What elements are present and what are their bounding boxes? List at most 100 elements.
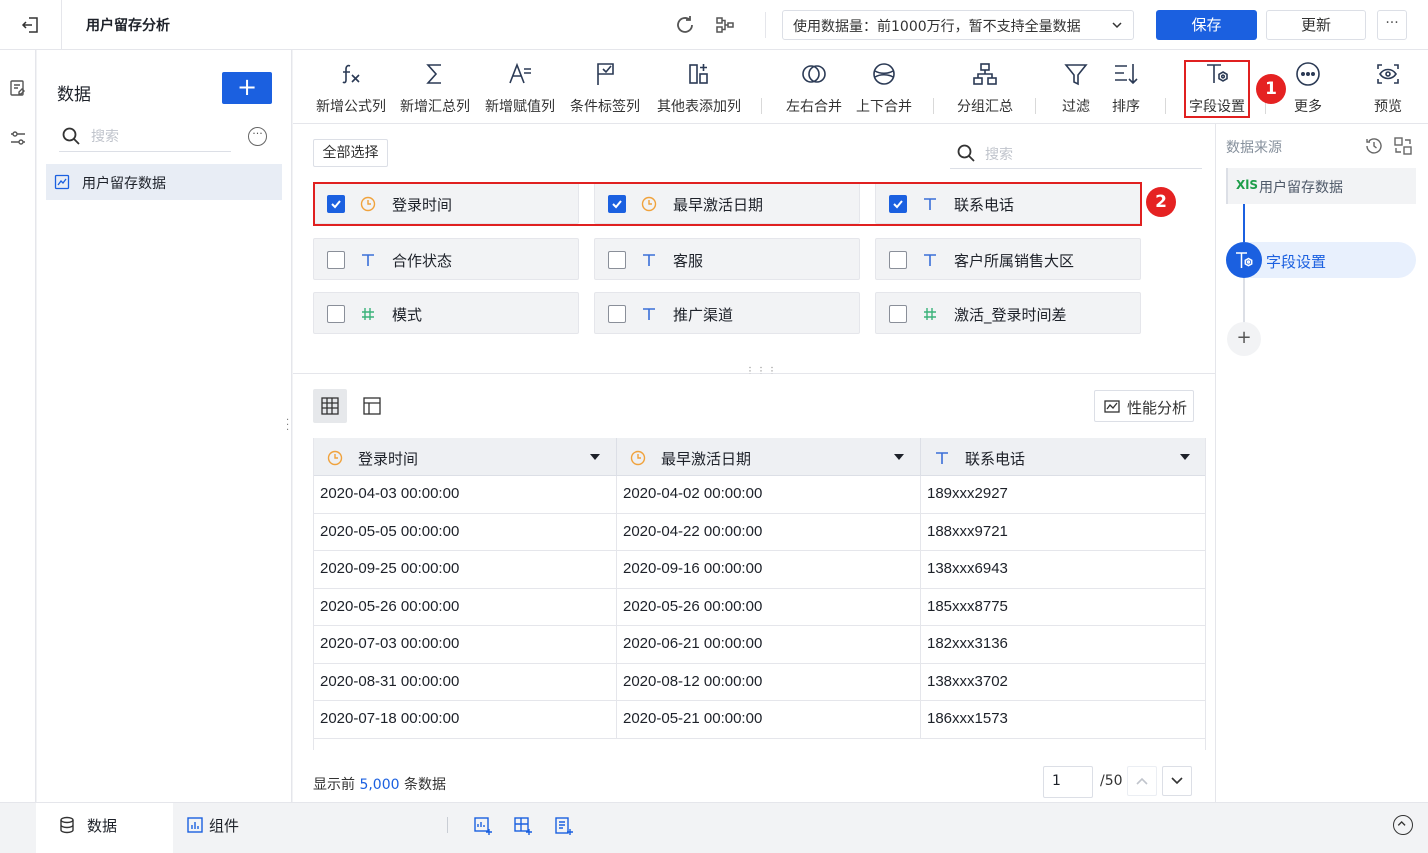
grid-view-button[interactable] bbox=[313, 389, 347, 423]
merge-horizontal-button[interactable]: 左右合并 bbox=[781, 58, 847, 120]
more-icon bbox=[1296, 62, 1320, 86]
chevron-up-icon bbox=[1136, 777, 1148, 785]
footer-prefix: 显示前 bbox=[313, 777, 355, 793]
field-checkbox[interactable] bbox=[889, 305, 907, 323]
add-step-button[interactable]: + bbox=[1227, 322, 1261, 356]
prev-page-button[interactable] bbox=[1127, 766, 1157, 796]
add-report-icon[interactable] bbox=[553, 815, 575, 837]
filter-button[interactable]: 过滤 bbox=[1051, 58, 1101, 120]
table-cell: 2020-05-26 00:00:00 bbox=[617, 588, 921, 626]
highlight-box bbox=[313, 182, 1142, 226]
dataset-icon[interactable] bbox=[8, 78, 28, 98]
add-column-from-table-button[interactable]: 其他表添加列 bbox=[653, 58, 745, 120]
field-chip-label: 合作状态 bbox=[392, 252, 453, 270]
add-summary-column-button[interactable]: 新增汇总列 bbox=[397, 58, 473, 120]
table-cell: 2020-04-22 00:00:00 bbox=[617, 513, 921, 551]
field-search-input[interactable]: 搜索 bbox=[950, 139, 1202, 169]
tab-component[interactable]: 组件 bbox=[173, 803, 440, 853]
merge-vertical-button[interactable]: 上下合并 bbox=[851, 58, 917, 120]
column-header[interactable]: 最早激活日期 bbox=[617, 438, 921, 476]
layout-view-button[interactable] bbox=[355, 389, 389, 423]
data-list-item-label: 用户留存数据 bbox=[82, 176, 166, 192]
performance-analysis-button[interactable]: 性能分析 bbox=[1094, 390, 1194, 422]
data-volume-select[interactable]: 使用数据量：前1000万行，暂不支持全量数据 bbox=[782, 10, 1134, 40]
table-cell: 2020-08-12 00:00:00 bbox=[617, 663, 921, 701]
page-total: /50 bbox=[1100, 773, 1123, 789]
column-header[interactable]: 登录时间 bbox=[314, 438, 617, 476]
save-button[interactable]: 保存 bbox=[1156, 10, 1257, 40]
field-chip[interactable]: 客服 bbox=[594, 238, 860, 280]
table-row: 2020-05-05 00:00:00 2020-04-22 00:00:00 18… bbox=[314, 513, 1205, 551]
field-chip[interactable]: 推广渠道 bbox=[594, 292, 860, 334]
table-cell: 2020-07-18 00:00:00 bbox=[314, 701, 617, 738]
chevron-down-icon bbox=[1112, 22, 1122, 29]
hash-icon bbox=[921, 305, 939, 323]
field-settings-icon bbox=[1236, 252, 1253, 268]
table-row: 2020-07-03 00:00:00 2020-06-21 00:00:00 18… bbox=[314, 626, 1205, 664]
data-options-icon[interactable]: ··· bbox=[248, 127, 267, 146]
tab-data[interactable]: 数据 bbox=[36, 803, 173, 853]
table-cell: 185xxx8775 bbox=[921, 589, 1205, 626]
more-menu-button[interactable]: ··· bbox=[1377, 10, 1407, 40]
text-type-icon bbox=[921, 251, 939, 269]
swap-icon[interactable] bbox=[1393, 136, 1413, 156]
field-chip[interactable]: 客户所属销售大区 bbox=[875, 238, 1141, 280]
add-assign-column-button[interactable]: 新增赋值列 bbox=[482, 58, 558, 120]
dropdown-caret-icon[interactable] bbox=[894, 454, 904, 460]
page-number-input[interactable]: 1 bbox=[1043, 766, 1093, 798]
exit-icon[interactable] bbox=[20, 14, 42, 36]
assign-icon bbox=[509, 62, 531, 84]
step-field-settings[interactable]: 字段设置 bbox=[1226, 242, 1416, 278]
text-type-icon bbox=[640, 305, 658, 323]
clock-icon bbox=[629, 449, 647, 467]
table-row: 2020-04-03 00:00:00 2020-04-02 00:00:00 18… bbox=[314, 476, 1205, 514]
field-checkbox[interactable] bbox=[608, 305, 626, 323]
data-search-input[interactable]: 搜索 bbox=[59, 122, 231, 152]
next-page-button[interactable] bbox=[1162, 766, 1192, 796]
field-chip[interactable]: 合作状态 bbox=[313, 238, 579, 280]
table-cell: 2020-09-25 00:00:00 bbox=[314, 551, 617, 588]
add-component-icon[interactable] bbox=[512, 815, 534, 837]
search-placeholder: 搜索 bbox=[91, 129, 119, 145]
field-checkbox[interactable] bbox=[327, 251, 345, 269]
collapse-up-icon[interactable] bbox=[1393, 815, 1413, 835]
add-condition-tag-button[interactable]: 条件标签列 bbox=[567, 58, 643, 120]
step-badge: 1 bbox=[1256, 74, 1286, 104]
field-chip[interactable]: 模式 bbox=[313, 292, 579, 334]
column-header[interactable]: 联系电话 bbox=[921, 438, 1205, 476]
add-formula-column-button[interactable]: 新增公式列 bbox=[313, 58, 389, 120]
table-cell: 2020-05-05 00:00:00 bbox=[314, 513, 617, 551]
data-source-node[interactable]: XlS 用户留存数据 bbox=[1226, 168, 1416, 204]
tab-strip bbox=[440, 803, 1428, 853]
separator bbox=[765, 12, 766, 38]
database-icon bbox=[60, 816, 74, 834]
group-summary-button[interactable]: 分组汇总 bbox=[952, 58, 1018, 120]
field-checkbox[interactable] bbox=[889, 251, 907, 269]
separator bbox=[61, 0, 62, 50]
update-button[interactable]: 更新 bbox=[1266, 10, 1366, 40]
select-all-button[interactable]: 全部选择 bbox=[313, 139, 388, 167]
field-checkbox[interactable] bbox=[608, 251, 626, 269]
left-rail bbox=[0, 50, 36, 802]
field-checkbox[interactable] bbox=[327, 305, 345, 323]
field-chip[interactable]: 激活_登录时间差 bbox=[875, 292, 1141, 334]
settings-sliders-icon[interactable] bbox=[8, 128, 28, 148]
tab-component-label: 组件 bbox=[209, 817, 240, 835]
data-list-item[interactable]: 用户留存数据 bbox=[46, 164, 282, 200]
panel-splitter[interactable]: · · · bbox=[286, 416, 290, 436]
refresh-icon[interactable] bbox=[674, 14, 696, 36]
sort-button[interactable]: 排序 bbox=[1101, 58, 1151, 120]
clock-icon bbox=[326, 449, 344, 467]
add-dashboard-icon[interactable] bbox=[472, 815, 494, 837]
toolbar-label: 其他表添加列 bbox=[657, 99, 741, 115]
lineage-icon[interactable] bbox=[714, 14, 736, 36]
add-data-button[interactable]: + bbox=[222, 72, 272, 104]
separator bbox=[761, 98, 762, 114]
chart-data-icon bbox=[54, 174, 70, 190]
toolbar-label: 预览 bbox=[1374, 99, 1402, 115]
history-icon[interactable] bbox=[1364, 136, 1384, 156]
dropdown-caret-icon[interactable] bbox=[590, 454, 600, 460]
data-source-panel: 数据来源 XlS 用户留存数据 字段设置 + bbox=[1215, 124, 1428, 802]
dropdown-caret-icon[interactable] bbox=[1180, 454, 1190, 460]
preview-button[interactable]: 预览 bbox=[1356, 58, 1420, 120]
